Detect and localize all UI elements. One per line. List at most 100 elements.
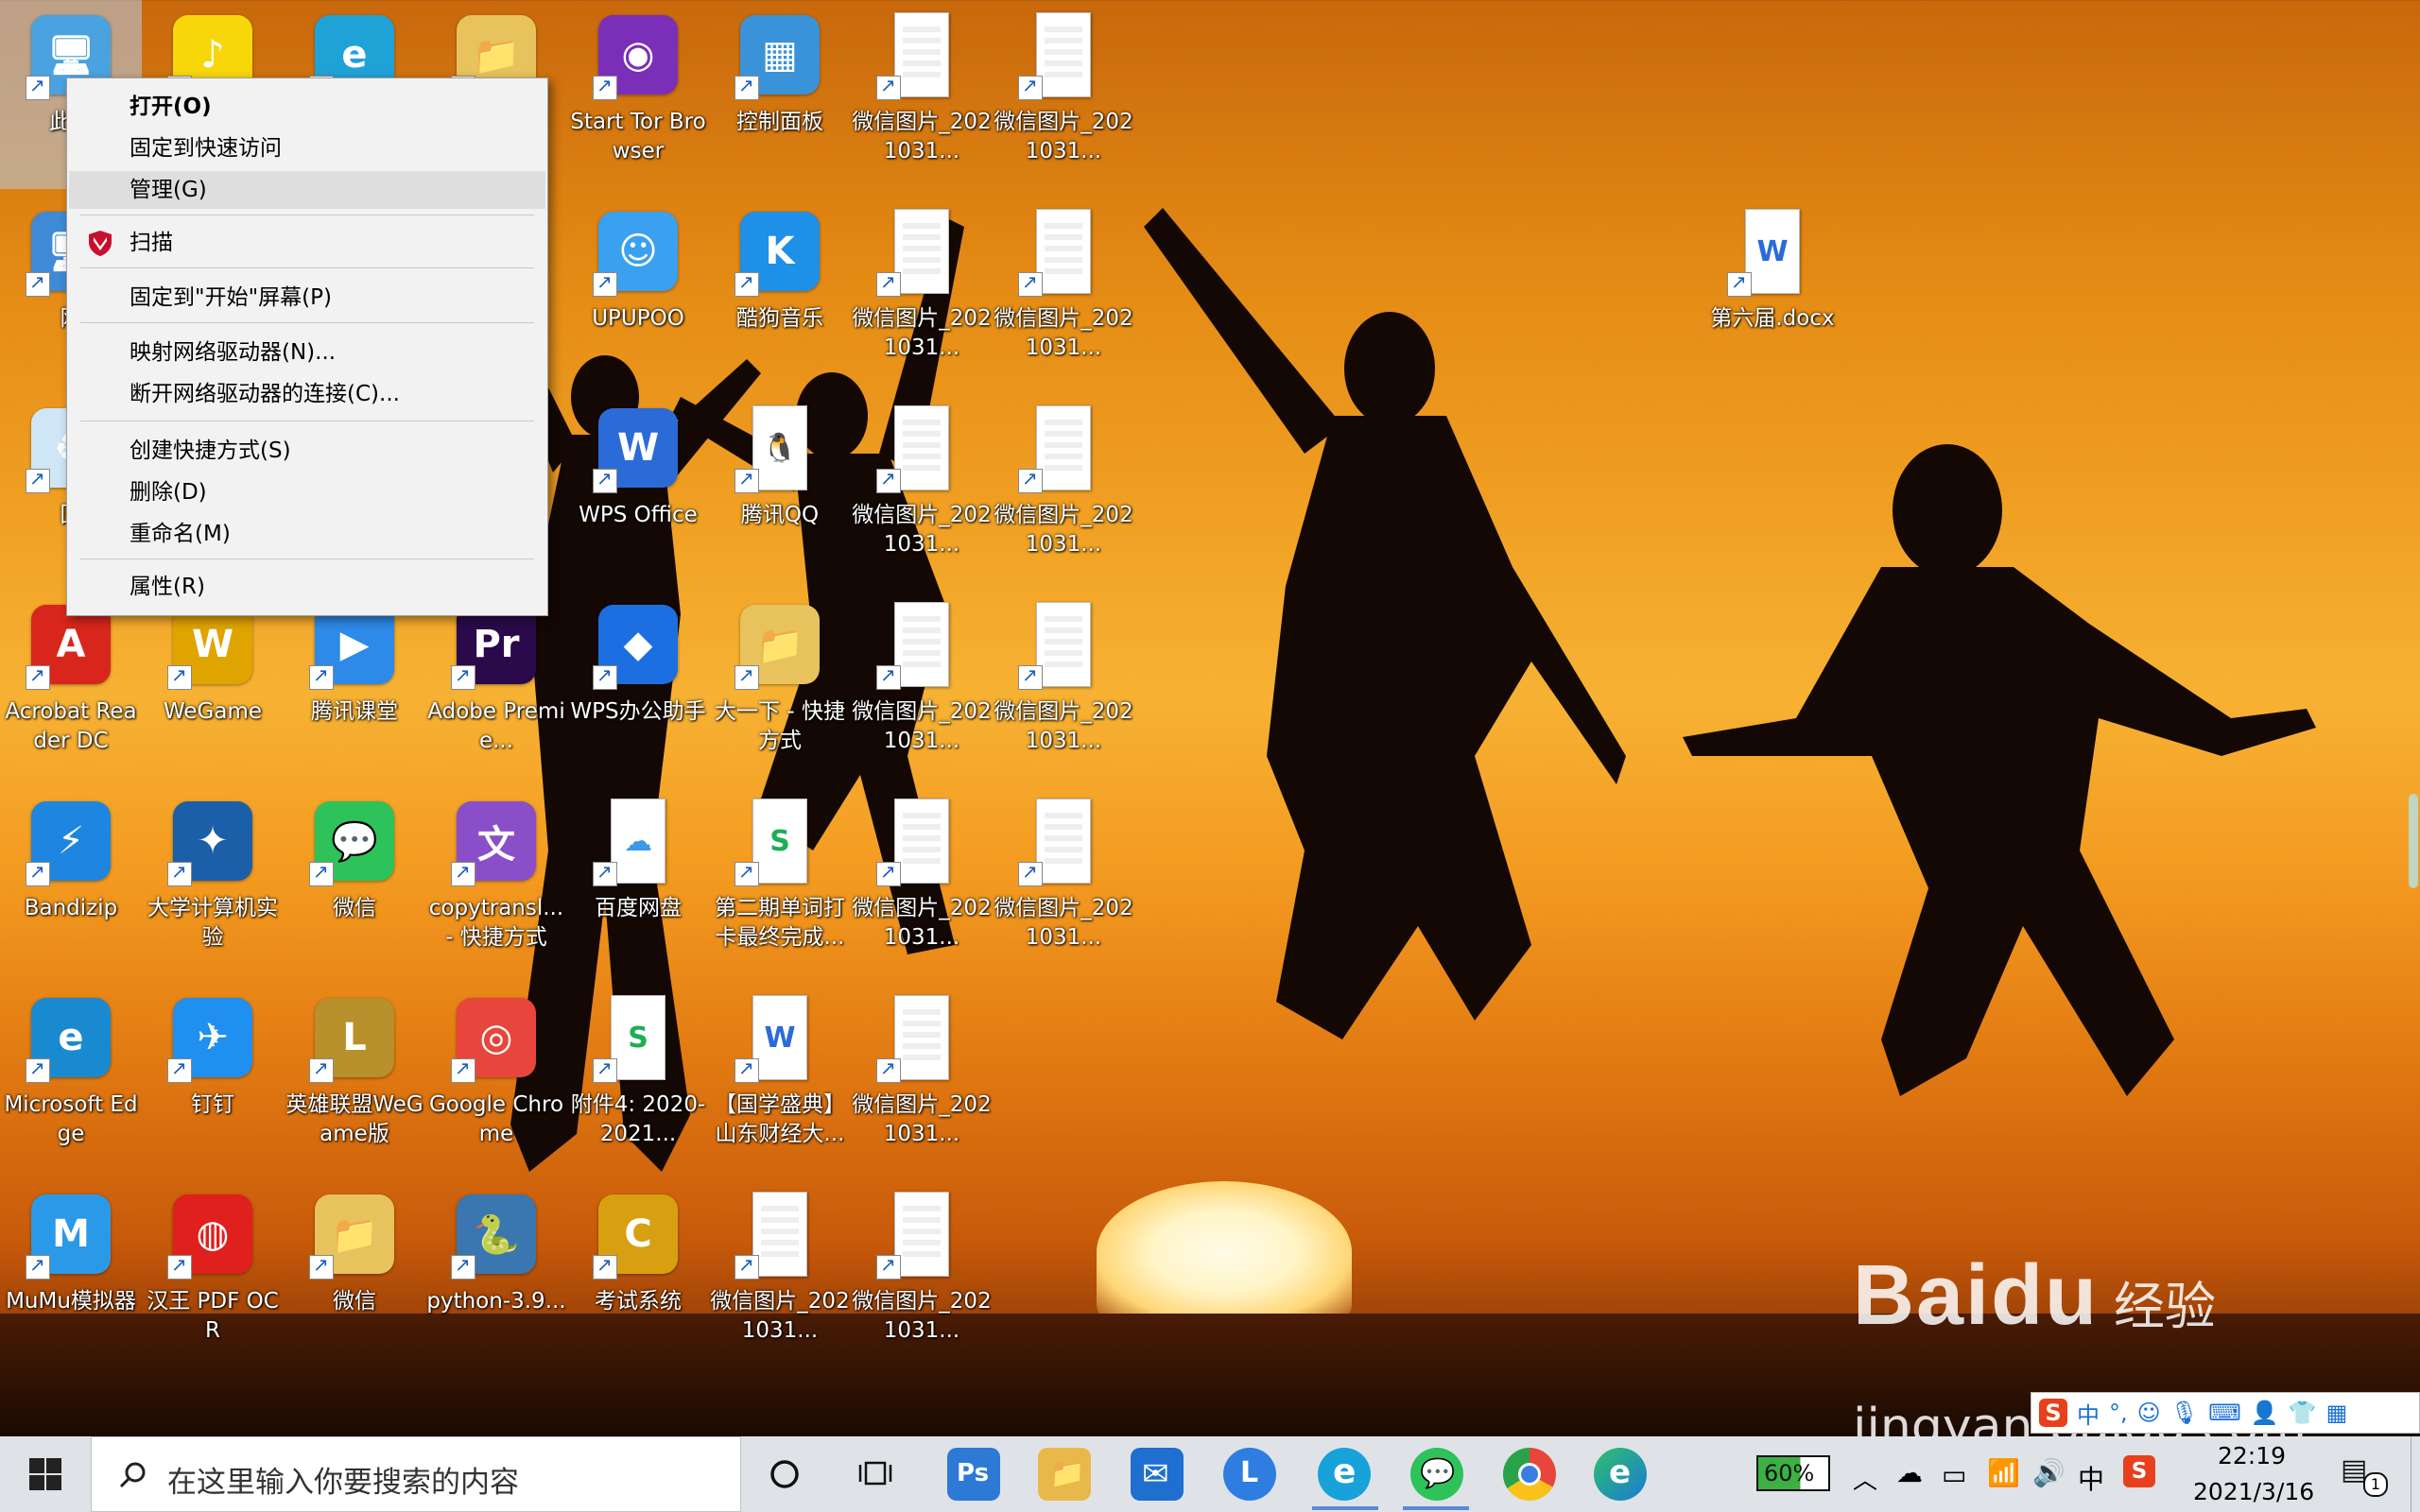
desktop-icon-wechat-folder[interactable]: 📁 微信: [284, 1179, 425, 1368]
input-language[interactable]: 中: [2078, 1459, 2104, 1497]
ps-icon: Ps: [957, 1459, 990, 1487]
desktop-icon-control[interactable]: ▦ 控制面板: [709, 0, 851, 189]
menu-item-disconnect-drive[interactable]: 断开网络驱动器的连接(C)...: [69, 375, 545, 413]
desktop-icon-qq[interactable]: 🐧 腾讯QQ: [709, 393, 851, 582]
desktop-icon-label: 微信图片_2021031...: [994, 306, 1133, 360]
ime-lang[interactable]: 中: [2077, 1397, 2100, 1430]
mic-icon[interactable]: 🎙: [2170, 1400, 2199, 1426]
task-view-button[interactable]: [847, 1436, 904, 1512]
taskbar-mail[interactable]: ✉: [1131, 1448, 1184, 1501]
onedrive-cloud-icon[interactable]: ☁: [1896, 1457, 1923, 1488]
cortana-button[interactable]: [756, 1436, 813, 1512]
desktop-icon-computer-lab[interactable]: ✦ 大学计算机实验: [142, 786, 284, 975]
sogou-tray-icon[interactable]: S: [2123, 1455, 2155, 1487]
menu-item-pin-quick-access[interactable]: 固定到快速访问: [69, 129, 545, 167]
desktop-icon-bandizip[interactable]: ⚡ Bandizip: [0, 786, 142, 975]
wifi-icon[interactable]: 📶: [1987, 1457, 2020, 1488]
desktop-icon-wechat[interactable]: 💬 微信: [284, 786, 425, 975]
desktop-icon-mumu[interactable]: M MuMu模拟器: [0, 1179, 142, 1368]
desktop-icon-chrome[interactable]: ◎ Google Chrome: [425, 983, 567, 1172]
desktop-icon-wx1[interactable]: 微信图片_2021031...: [851, 0, 993, 189]
desktop-icon-xls2[interactable]: S 第二期单词打卡最终完成...: [709, 786, 851, 975]
desktop-icon-wx2[interactable]: 微信图片_2021031...: [993, 0, 1134, 189]
desktop-icon-wx10[interactable]: 微信图片_2021031...: [993, 786, 1134, 975]
clock[interactable]: 22:19 2021/3/16: [2174, 1436, 2325, 1512]
desktop-icon-upupoo[interactable]: ☺ UPUPOO: [567, 197, 709, 386]
desktop-icon-shortcut-dayi[interactable]: 📁 大一下 - 快捷方式: [709, 590, 851, 779]
desktop-icon-acrobat[interactable]: AAcrobat Reader DC: [0, 590, 142, 779]
scrollbar[interactable]: [2409, 794, 2418, 888]
menu-item-map-drive[interactable]: 映射网络驱动器(N)...: [69, 334, 545, 371]
ime-toolbar[interactable]: S 中 °, ☺ 🎙 ⌨ 👤 👕 ▦: [2031, 1392, 2420, 1434]
battery-tray-icon[interactable]: ▭: [1942, 1459, 1966, 1490]
menu-item-delete[interactable]: 删除(D): [69, 473, 545, 511]
desktop-icon-label: 微信图片_2021031...: [994, 110, 1133, 163]
exam-icon: C: [593, 1189, 683, 1280]
desktop-icon-wx11[interactable]: 微信图片_2021031...: [851, 983, 993, 1172]
taskbar-photoshop[interactable]: Ps: [947, 1448, 1000, 1501]
user-icon[interactable]: 👤: [2251, 1400, 2279, 1426]
desktop-icon-wx8[interactable]: 微信图片_2021031...: [993, 590, 1134, 779]
desktop-icon-wx9[interactable]: 微信图片_2021031...: [851, 786, 993, 975]
taskbar-file-explorer[interactable]: 📁: [1038, 1448, 1091, 1501]
desktop-icon-wx7[interactable]: 微信图片_2021031...: [851, 590, 993, 779]
desktop-icon-label: WPS Office: [579, 503, 698, 527]
emoji-icon[interactable]: ☺: [2137, 1400, 2161, 1426]
desktop-icon-baidu-pan[interactable]: ☁ 百度网盘: [567, 786, 709, 975]
desktop-icon-dingtalk[interactable]: ✈ 钉钉: [142, 983, 284, 1172]
menu-item-properties[interactable]: 属性(R): [69, 568, 545, 606]
grid-icon[interactable]: ▦: [2326, 1400, 2348, 1426]
taskbar-app-l[interactable]: L: [1223, 1448, 1276, 1501]
shortcut-arrow-icon: [1018, 467, 1043, 493]
desktop-icon-copytrans[interactable]: 文 copytransl... - 快捷方式: [425, 786, 567, 975]
menu-item-manage[interactable]: 管理(G): [69, 171, 545, 209]
taskbar-wechat[interactable]: 💬: [1410, 1448, 1463, 1501]
desktop-icon-edge[interactable]: e Microsoft Edge: [0, 983, 142, 1172]
desktop-icon-docx[interactable]: W 第六届.docx: [1702, 197, 1843, 386]
sogou-icon[interactable]: S: [2039, 1399, 2067, 1427]
shortcut-arrow-icon: [26, 663, 50, 690]
taskbar-search-box[interactable]: 在这里输入你要搜索的内容: [91, 1436, 741, 1512]
desktop-icon-wps-helper[interactable]: ◆ WPS办公助手: [567, 590, 709, 779]
desktop-icon-premiere[interactable]: PrAdobe Premie...: [425, 590, 567, 779]
desktop-icon-wx6[interactable]: 微信图片_2021031...: [993, 393, 1134, 582]
desktop-icon-hanwang[interactable]: ◍ 汉王 PDF OCR: [142, 1179, 284, 1368]
desktop-icon-wx13[interactable]: 微信图片_2021031...: [851, 1179, 993, 1368]
desktop-icon-attach4[interactable]: S 附件4: 2020-2021...: [567, 983, 709, 1172]
keyboard-icon[interactable]: ⌨: [2208, 1400, 2241, 1426]
shortcut-arrow-icon: [167, 1253, 192, 1280]
desktop-icon-wx12[interactable]: 微信图片_2021031...: [709, 1179, 851, 1368]
desktop-icon-kugou[interactable]: K 酷狗音乐: [709, 197, 851, 386]
menu-item-pin-start[interactable]: 固定到"开始"屏幕(P): [69, 279, 545, 317]
shortcut-arrow-icon: [593, 860, 617, 886]
desktop-icon-lol[interactable]: L 英雄联盟WeGame版: [284, 983, 425, 1172]
menu-item-scan[interactable]: 扫描: [69, 224, 545, 262]
menu-separator: [80, 558, 534, 559]
desktop-icon-wx5[interactable]: 微信图片_2021031...: [851, 393, 993, 582]
menu-item-create-shortcut[interactable]: 创建快捷方式(S): [69, 432, 545, 470]
taskbar-edge[interactable]: e: [1594, 1448, 1647, 1501]
taskbar-browser-e[interactable]: e: [1318, 1448, 1371, 1501]
desktop-icon-python[interactable]: 🐍 python-3.9...: [425, 1179, 567, 1368]
taskbar-chrome[interactable]: [1503, 1448, 1556, 1501]
desktop-icon-wps[interactable]: W WPS Office: [567, 393, 709, 582]
volume-icon[interactable]: 🔊: [2032, 1457, 2066, 1488]
desktop-icon-tencent-class[interactable]: ▶腾讯课堂: [284, 590, 425, 779]
notification-center-button[interactable]: ▤ 1: [2331, 1450, 2388, 1501]
menu-item-rename[interactable]: 重命名(M): [69, 515, 545, 553]
desktop-icon-wx4[interactable]: 微信图片_2021031...: [993, 197, 1134, 386]
desktop-icon-exam[interactable]: C 考试系统: [567, 1179, 709, 1368]
wx7-icon: [876, 599, 967, 690]
menu-item-open[interactable]: 打开(O): [69, 88, 545, 126]
skin-icon[interactable]: 👕: [2289, 1400, 2317, 1426]
wx6-icon: [1018, 403, 1109, 493]
chevron-up-icon[interactable]: ︿: [1853, 1461, 1877, 1496]
desktop-icon-wx3[interactable]: 微信图片_2021031...: [851, 197, 993, 386]
show-desktop-button[interactable]: [2411, 1436, 2420, 1512]
start-button[interactable]: [0, 1436, 91, 1512]
desktop-icon-tor[interactable]: ◉ Start Tor Browser: [567, 0, 709, 189]
battery-indicator[interactable]: 60%: [1756, 1455, 1830, 1491]
desktop-icon-guoxue[interactable]: W 【国学盛典】山东财经大...: [709, 983, 851, 1172]
desktop-icon-wegame[interactable]: WWeGame: [142, 590, 284, 779]
punct-icon[interactable]: °,: [2109, 1400, 2128, 1426]
